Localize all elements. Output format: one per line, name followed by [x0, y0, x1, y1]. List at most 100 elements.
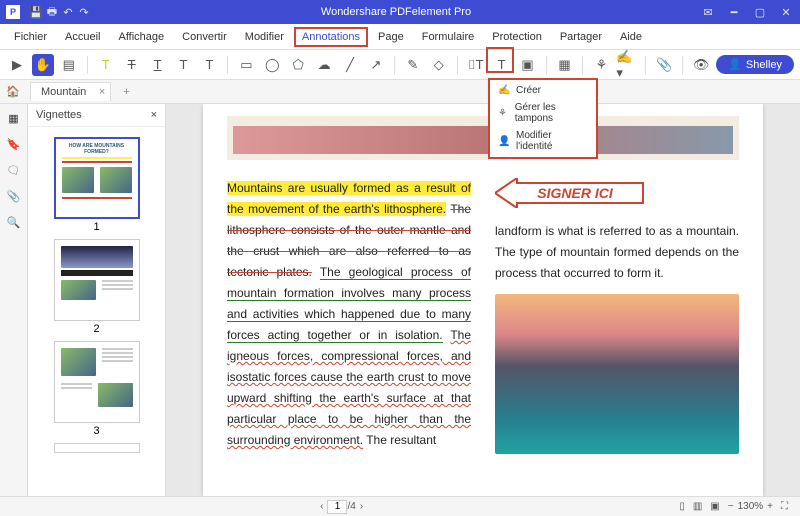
menu-page[interactable]: Page	[370, 27, 412, 47]
select-tool[interactable]: ▶	[6, 54, 28, 76]
menu-modifier[interactable]: Modifier	[237, 27, 292, 47]
thumbnail-4[interactable]	[54, 443, 140, 453]
pencil-tool[interactable]: ✎	[402, 54, 424, 76]
right-body-text: landform is what is referred to as a mou…	[495, 221, 739, 284]
manage-stamps-icon: ⚘	[498, 108, 509, 119]
annotation-toolbar: ▶ ✋ ▤ T T T T T ▭ ◯ ⬠ ☁ ╱ ↗ ✎ ◇ ⌷T T ▣ ▦…	[0, 50, 800, 80]
document-tab[interactable]: Mountain ×	[30, 82, 111, 101]
right-column: SIGNER ICI landform is what is referred …	[495, 178, 739, 454]
menu-formulaire[interactable]: Formulaire	[414, 27, 483, 47]
dropdown-modify-identity[interactable]: 👤Modifier l'identité	[490, 127, 596, 155]
close-icon[interactable]: ✕	[778, 6, 794, 19]
cloud-tool[interactable]: ☁	[313, 54, 335, 76]
thumbnail-2[interactable]	[54, 239, 140, 321]
tab-close-icon[interactable]: ×	[99, 86, 105, 98]
signature-tool[interactable]: ✍▾	[616, 54, 638, 76]
thumbnails-panel: Vignettes × HOW ARE MOUNTAINS FORMED? 1	[28, 104, 166, 496]
attachment-tool[interactable]: 📎	[653, 54, 675, 76]
area-highlight-tool[interactable]: ▦	[554, 54, 576, 76]
thumbnails-panel-icon[interactable]: ▦	[6, 110, 22, 126]
document-tabbar: 🏠 Mountain × +	[0, 80, 800, 104]
page-number-input[interactable]	[327, 500, 347, 514]
side-icon-strip: ▦ 🔖 🗨 📎 🔍	[0, 104, 28, 496]
arrow-tool[interactable]: ↗	[365, 54, 387, 76]
underline-tool[interactable]: T	[147, 54, 169, 76]
workarea: ▦ 🔖 🗨 📎 🔍 Vignettes × HOW ARE MOUNTAINS …	[0, 104, 800, 496]
squiggly-text[interactable]: The igneous forces, compressional forces…	[227, 328, 471, 447]
window-title: Wondershare PDFelement Pro	[92, 6, 700, 18]
menu-fichier[interactable]: Fichier	[6, 27, 55, 47]
thumbnails-title: Vignettes	[36, 109, 82, 121]
menubar: Fichier Accueil Affichage Convertir Modi…	[0, 24, 800, 50]
hand-tool[interactable]: ✋	[32, 54, 54, 76]
eraser-tool[interactable]: ◇	[428, 54, 450, 76]
user-button[interactable]: 👤 Shelley	[716, 55, 794, 74]
undo-icon[interactable]: ↶	[60, 6, 76, 19]
statusbar: ‹ /4 › ▯ ▥ ▣ − 130% + ⛶	[0, 496, 800, 516]
thumb-number: 3	[28, 425, 165, 437]
save-icon[interactable]: 💾	[28, 6, 44, 19]
view-single-icon[interactable]: ▯	[675, 501, 689, 512]
dropdown-create[interactable]: ✍Créer	[490, 82, 596, 99]
home-icon[interactable]: 🏠	[6, 85, 20, 98]
dropdown-manage-stamps[interactable]: ⚘Gérer les tampons	[490, 99, 596, 127]
highlight-tool[interactable]: T	[95, 54, 117, 76]
strike-tool[interactable]: T	[121, 54, 143, 76]
zoom-out-button[interactable]: −	[724, 501, 738, 512]
polygon-tool[interactable]: ⬠	[287, 54, 309, 76]
user-name: Shelley	[746, 59, 782, 71]
zoom-in-button[interactable]: +	[763, 501, 777, 512]
callout-tool[interactable]: ▣	[517, 54, 539, 76]
titlebar: P 💾 🖶 ↶ ↷ Wondershare PDFelement Pro ✉ ━…	[0, 0, 800, 24]
bookmarks-panel-icon[interactable]: 🔖	[6, 136, 22, 152]
menu-convertir[interactable]: Convertir	[174, 27, 235, 47]
menu-accueil[interactable]: Accueil	[57, 27, 108, 47]
thumbnails-header: Vignettes ×	[28, 104, 165, 127]
maximize-icon[interactable]: ▢	[752, 6, 768, 19]
typewriter-tool[interactable]: T	[491, 54, 513, 76]
oval-tool[interactable]: ◯	[261, 54, 283, 76]
view-continuous-icon[interactable]: ▥	[689, 501, 706, 512]
thumb-number: 2	[28, 323, 165, 335]
page-view: Mountains are usually formed as a result…	[203, 104, 763, 496]
note-tool[interactable]: ▤	[58, 54, 80, 76]
thumbnail-3[interactable]	[54, 341, 140, 423]
attachments-panel-icon[interactable]: 📎	[6, 188, 22, 204]
minimize-icon[interactable]: ━	[726, 6, 742, 19]
left-column: Mountains are usually formed as a result…	[227, 178, 471, 454]
squiggly-tool[interactable]: T	[173, 54, 195, 76]
prev-page-button[interactable]: ‹	[316, 501, 327, 512]
create-sig-icon: ✍	[498, 85, 510, 96]
menu-partager[interactable]: Partager	[552, 27, 610, 47]
search-panel-icon[interactable]: 🔍	[6, 214, 22, 230]
identity-icon: 👤	[498, 136, 510, 147]
menu-aide[interactable]: Aide	[612, 27, 650, 47]
next-page-button[interactable]: ›	[356, 501, 367, 512]
textbox-tool[interactable]: ⌷T	[465, 54, 487, 76]
document-canvas[interactable]: Mountains are usually formed as a result…	[166, 104, 800, 496]
menu-protection[interactable]: Protection	[484, 27, 550, 47]
comments-panel-icon[interactable]: 🗨	[6, 162, 22, 178]
thumbnail-1[interactable]: HOW ARE MOUNTAINS FORMED?	[54, 137, 140, 219]
stamp-tool[interactable]: ⚘	[590, 54, 612, 76]
mail-icon[interactable]: ✉	[700, 6, 716, 19]
rect-tool[interactable]: ▭	[235, 54, 257, 76]
panel-close-icon[interactable]: ×	[151, 109, 157, 121]
menu-affichage[interactable]: Affichage	[110, 27, 172, 47]
line-tool[interactable]: ╱	[339, 54, 361, 76]
fullscreen-icon[interactable]: ⛶	[777, 501, 792, 512]
hide-annotations-tool[interactable]: 👁	[690, 54, 712, 76]
page-total: /4	[347, 501, 355, 512]
menu-annotations[interactable]: Annotations	[294, 27, 368, 47]
hero-image	[227, 116, 739, 160]
sign-here-stamp[interactable]: SIGNER ICI	[495, 178, 645, 208]
print-icon[interactable]: 🖶	[44, 3, 60, 22]
plain-text-tail: The resultant	[366, 433, 436, 447]
signature-dropdown: ✍Créer ⚘Gérer les tampons 👤Modifier l'id…	[488, 78, 598, 159]
highlighted-text[interactable]: Mountains are usually formed as a result…	[227, 181, 471, 216]
view-facing-icon[interactable]: ▣	[706, 501, 723, 512]
tab-label: Mountain	[41, 86, 86, 98]
redo-icon[interactable]: ↷	[76, 6, 92, 19]
caret-tool[interactable]: T	[198, 54, 220, 76]
new-tab-button[interactable]: +	[117, 84, 135, 100]
